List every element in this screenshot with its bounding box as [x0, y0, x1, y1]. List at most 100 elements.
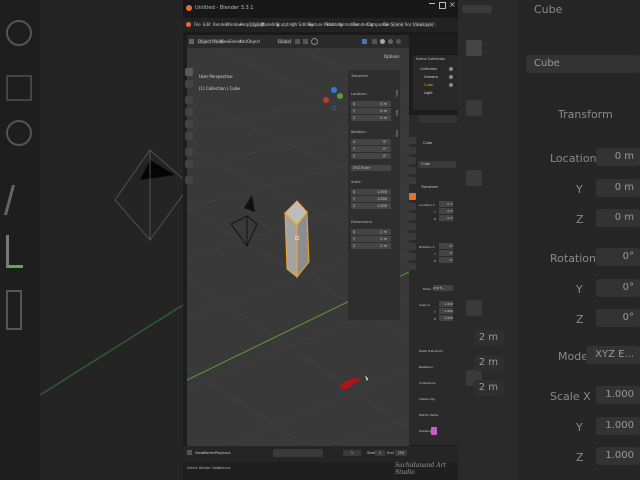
- xray-icon[interactable]: [372, 39, 377, 44]
- prop-location-z[interactable]: 0 m: [439, 215, 453, 221]
- visibility-eye-icon[interactable]: [449, 75, 453, 79]
- current-frame-field[interactable]: 1: [343, 450, 361, 456]
- outliner-item-collection[interactable]: Collection: [420, 67, 437, 71]
- camera-view-icon[interactable]: [337, 144, 344, 151]
- measure-tool-icon[interactable]: [185, 160, 193, 168]
- menu-help[interactable]: Help: [240, 22, 249, 27]
- timeline-menu-marker[interactable]: Marker: [203, 451, 215, 455]
- scene-selector[interactable]: Scene: [389, 22, 406, 27]
- particles-properties-icon[interactable]: [409, 213, 416, 220]
- render-properties-icon[interactable]: [409, 137, 416, 144]
- pivot-icon[interactable]: [295, 39, 300, 44]
- section-relations[interactable]: Relations: [419, 365, 433, 369]
- prop-location-x[interactable]: 0 m: [439, 201, 453, 207]
- viewport-menu-add[interactable]: Add: [239, 39, 247, 44]
- minimize-icon[interactable]: [429, 3, 435, 4]
- object-properties-icon[interactable]: [409, 193, 416, 200]
- close-icon[interactable]: ×: [449, 0, 456, 9]
- transform-orientation[interactable]: Global: [277, 39, 292, 44]
- outliner-item-cube[interactable]: Cube: [424, 83, 433, 87]
- location-z-field[interactable]: Z 0 m: [351, 115, 391, 121]
- zoom-icon[interactable]: [337, 122, 344, 129]
- location-y-field[interactable]: Y 0 m: [351, 108, 391, 114]
- modifier-properties-icon[interactable]: [409, 203, 416, 210]
- prop-scale-z[interactable]: 1.000: [439, 315, 453, 321]
- start-frame-field[interactable]: 1: [375, 450, 385, 456]
- section-instancing[interactable]: Instancing: [419, 397, 435, 401]
- snap-icon[interactable]: [303, 39, 308, 44]
- prop-scale-x[interactable]: 1.000: [439, 301, 453, 307]
- rotation-y-field[interactable]: Y 0°: [351, 146, 391, 152]
- data-properties-icon[interactable]: [409, 243, 416, 250]
- dimensions-z-field[interactable]: Z 2 m: [351, 243, 391, 249]
- world-properties-icon[interactable]: [409, 177, 416, 184]
- proportional-icon[interactable]: [311, 38, 318, 45]
- npanel-tab-tool[interactable]: Tool: [394, 110, 399, 116]
- dimensions-x-field[interactable]: X 2 m: [351, 229, 391, 235]
- viewport-menu-object[interactable]: Object: [247, 39, 260, 44]
- section-delta-transform[interactable]: Delta Transform: [419, 349, 443, 353]
- properties-transform-header[interactable]: Transform: [421, 185, 438, 189]
- view-layer-properties-icon[interactable]: [409, 157, 416, 164]
- move-tool-icon[interactable]: [185, 96, 193, 104]
- menu-edit[interactable]: Edit: [203, 22, 211, 27]
- section-shading[interactable]: Shading: [419, 429, 431, 433]
- outliner-item-light[interactable]: Light: [424, 91, 433, 95]
- playback-controls[interactable]: [273, 449, 323, 457]
- scale-x-field[interactable]: X 1.000: [351, 189, 391, 195]
- editor-type-icon[interactable]: [189, 39, 194, 44]
- overlays-icon[interactable]: [362, 39, 367, 44]
- material-shading-icon[interactable]: [388, 39, 393, 44]
- prop-location-y[interactable]: 0 m: [439, 208, 453, 214]
- output-properties-icon[interactable]: [409, 147, 416, 154]
- prop-mode-dropdown[interactable]: XYZ E...: [433, 285, 453, 291]
- cursor-tool-icon[interactable]: [185, 80, 193, 88]
- outliner-item-camera[interactable]: Camera: [424, 75, 438, 79]
- navigation-gizmo[interactable]: [320, 86, 350, 116]
- scene-properties-icon[interactable]: [409, 167, 416, 174]
- solid-shading-icon[interactable]: [380, 39, 385, 44]
- visibility-eye-icon[interactable]: [449, 67, 453, 71]
- section-collections[interactable]: Collections: [419, 381, 435, 385]
- ortho-toggle-icon[interactable]: [337, 155, 344, 162]
- prop-rotation-x[interactable]: 0°: [439, 243, 453, 249]
- rendered-shading-icon[interactable]: [396, 39, 401, 44]
- dimensions-y-field[interactable]: Y 2 m: [351, 236, 391, 242]
- add-cube-tool-icon[interactable]: [185, 176, 193, 184]
- properties-search-field[interactable]: [418, 115, 457, 123]
- prop-scale-y[interactable]: 1.000: [439, 308, 453, 314]
- npanel-tab-item[interactable]: Item: [394, 90, 399, 97]
- scale-tool-icon[interactable]: [185, 120, 193, 128]
- prop-rotation-z[interactable]: 0°: [439, 257, 453, 263]
- transform-tool-icon[interactable]: [185, 132, 193, 140]
- scale-y-field[interactable]: Y 1.000: [351, 196, 391, 202]
- visibility-eye-icon[interactable]: [449, 83, 453, 87]
- timeline-editor-icon[interactable]: [187, 450, 192, 455]
- material-properties-icon[interactable]: [409, 253, 416, 260]
- outliner-root[interactable]: Scene Collection: [416, 57, 445, 61]
- select-box-icon[interactable]: [185, 68, 193, 76]
- blender-menu-icon[interactable]: [186, 22, 191, 27]
- timeline-menu-playback[interactable]: Playback: [215, 451, 231, 455]
- pan-icon[interactable]: [337, 133, 344, 140]
- rotation-x-field[interactable]: X 0°: [351, 139, 391, 145]
- menu-file[interactable]: File: [194, 22, 201, 27]
- section-motion-paths[interactable]: Motion Paths: [419, 413, 438, 417]
- texture-properties-icon[interactable]: [409, 263, 416, 270]
- rotation-mode-dropdown[interactable]: XYZ Euler: [351, 165, 391, 171]
- constraints-properties-icon[interactable]: [409, 233, 416, 240]
- maximize-icon[interactable]: [439, 2, 446, 9]
- prop-rotation-y[interactable]: 0°: [439, 250, 453, 256]
- view-layer-selector[interactable]: ViewLayer: [411, 22, 436, 27]
- end-frame-field[interactable]: 250: [395, 450, 407, 456]
- location-x-field[interactable]: X 0 m: [351, 101, 391, 107]
- physics-properties-icon[interactable]: [409, 223, 416, 230]
- viewport-options[interactable]: Options: [383, 54, 401, 59]
- npanel-tab-view[interactable]: View: [394, 130, 399, 137]
- object-name-field[interactable]: Cube: [418, 161, 456, 168]
- scale-z-field[interactable]: Z 1.000: [351, 203, 391, 209]
- annotate-tool-icon[interactable]: [185, 148, 193, 156]
- rotate-tool-icon[interactable]: [185, 108, 193, 116]
- rotation-z-field[interactable]: Z 0°: [351, 153, 391, 159]
- dimensions-y-axis-label: Y: [353, 237, 356, 241]
